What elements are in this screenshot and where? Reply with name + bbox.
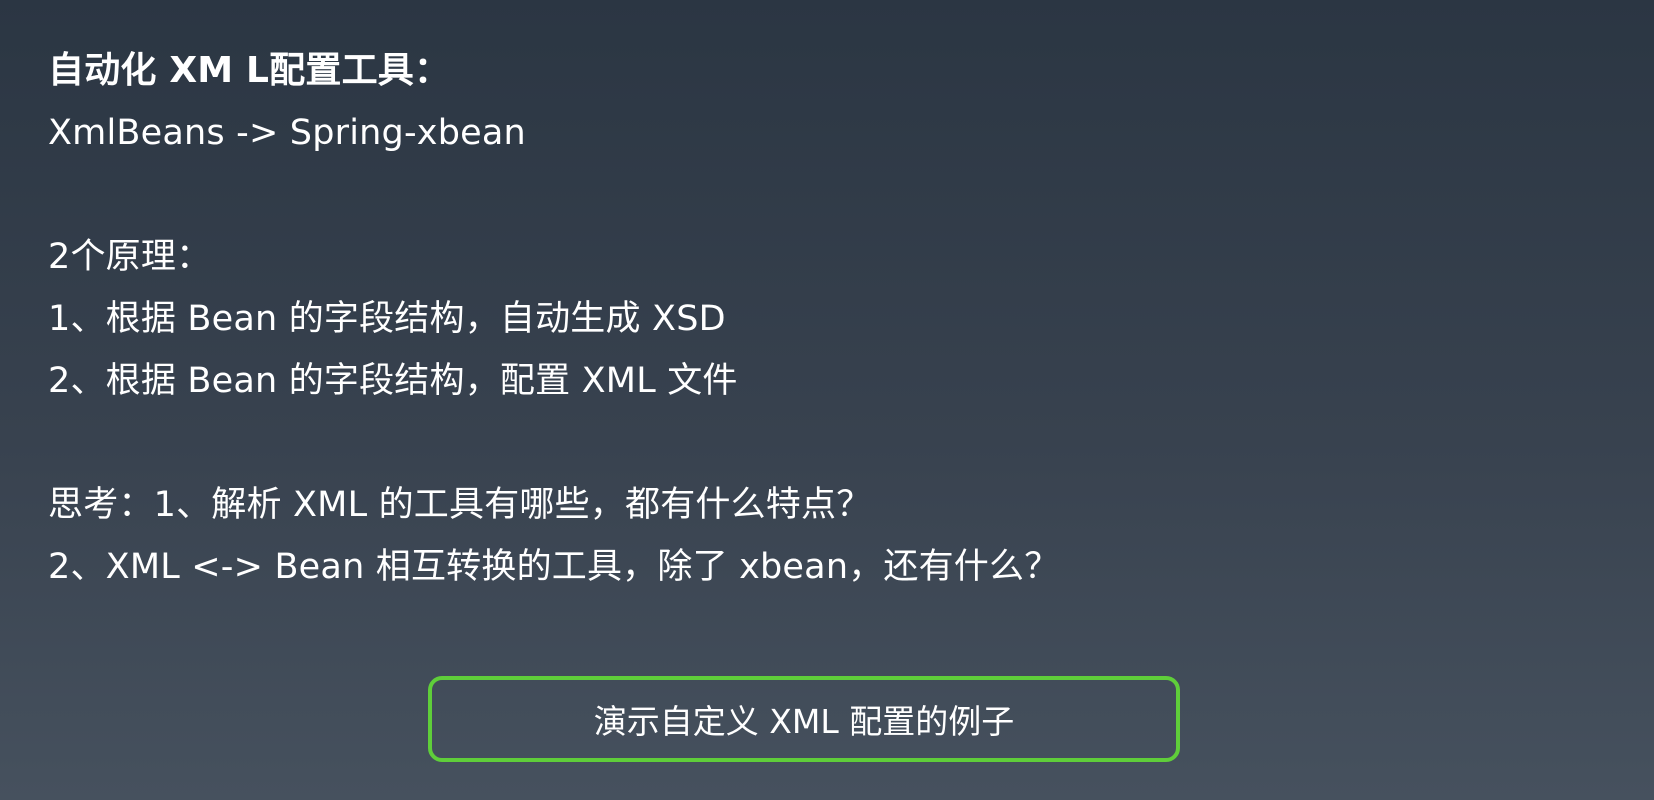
- text-line-question-1: 思考：1、解析 XML 的工具有哪些，都有什么特点？: [48, 485, 872, 525]
- text-line-principles-heading: 2个原理：: [48, 237, 212, 277]
- text-line-principle-1: 1、根据 Bean 的字段结构，自动生成 XSD: [48, 299, 726, 339]
- demo-xml-config-button[interactable]: 演示自定义 XML 配置的例子: [428, 676, 1180, 762]
- text-line-question-2: 2、XML <-> Bean 相互转换的工具，除了 xbean，还有什么？: [48, 547, 1060, 587]
- slide-content: 自动化 XM L配置工具： XmlBeans -> Spring-xbean 2…: [48, 40, 1614, 598]
- slide: 自动化 XM L配置工具： XmlBeans -> Spring-xbean 2…: [0, 0, 1654, 800]
- text-line-principle-2: 2、根据 Bean 的字段结构，配置 XML 文件: [48, 361, 738, 401]
- slide-title: 自动化 XM L配置工具：: [48, 50, 451, 91]
- text-line-xmlbeans: XmlBeans -> Spring-xbean: [48, 113, 526, 153]
